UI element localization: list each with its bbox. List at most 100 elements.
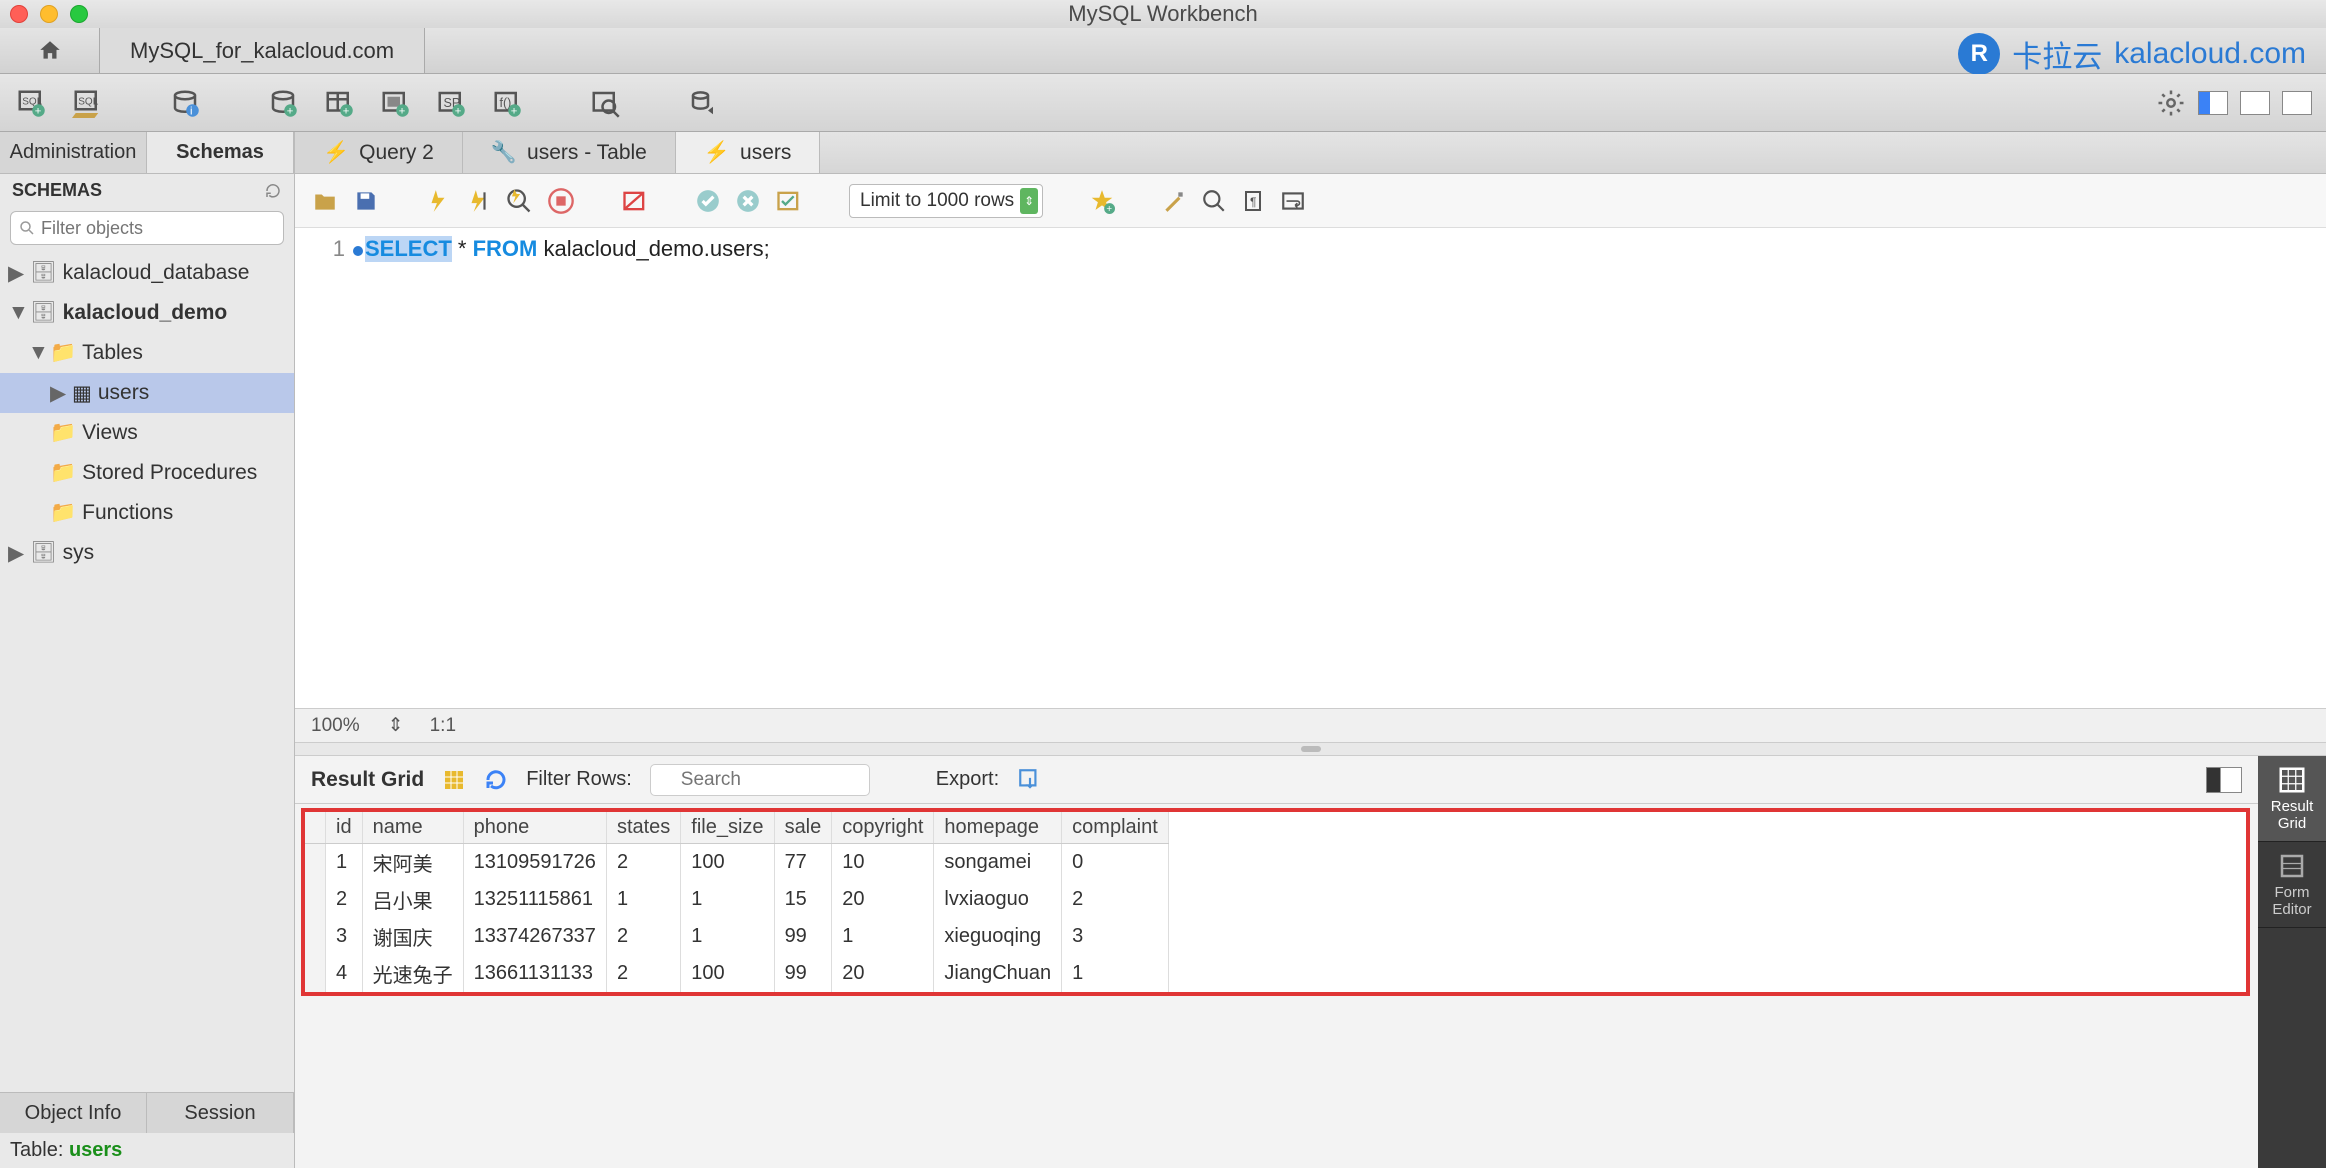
toggle-sidebar-button[interactable] xyxy=(2198,91,2228,115)
column-header[interactable]: id xyxy=(326,812,363,844)
zoom-level[interactable]: 100% xyxy=(311,715,360,737)
beautify-icon[interactable] xyxy=(1161,188,1187,214)
cell[interactable]: 1 xyxy=(606,881,680,918)
refresh-icon[interactable] xyxy=(264,182,282,200)
new-procedure-icon[interactable]: SP+ xyxy=(434,86,468,120)
open-file-icon[interactable] xyxy=(311,188,339,214)
cell[interactable]: 宋阿美 xyxy=(362,844,463,882)
horizontal-splitter[interactable] xyxy=(295,742,2326,756)
editor-tab-users[interactable]: ⚡users xyxy=(676,132,821,173)
column-header[interactable]: phone xyxy=(463,812,606,844)
execute-icon[interactable] xyxy=(425,186,451,216)
tree-database[interactable]: ▶🗄kalacloud_database xyxy=(0,253,294,293)
cell[interactable]: 10 xyxy=(832,844,934,882)
row-marker[interactable] xyxy=(305,844,326,882)
table-row[interactable]: 2吕小果13251115861111520lvxiaoguo2 xyxy=(305,881,1168,918)
invisible-chars-icon[interactable]: ¶ xyxy=(1241,187,1265,215)
refresh-result-icon[interactable] xyxy=(484,768,508,792)
cell[interactable]: 1 xyxy=(681,918,774,955)
cell[interactable]: 99 xyxy=(774,918,832,955)
cell[interactable]: 13661131133 xyxy=(463,955,606,992)
cell[interactable]: 2 xyxy=(606,955,680,992)
cell[interactable]: 99 xyxy=(774,955,832,992)
maximize-window-button[interactable] xyxy=(70,5,88,23)
cell[interactable]: 100 xyxy=(681,955,774,992)
tree-database[interactable]: ▼🗄kalacloud_demo xyxy=(0,293,294,333)
sidebar-tab-object-info[interactable]: Object Info xyxy=(0,1093,147,1133)
cell[interactable]: 1 xyxy=(326,844,363,882)
tree-stored-procedures[interactable]: 📁Stored Procedures xyxy=(0,453,294,493)
table-row[interactable]: 4光速兔子1366113113321009920JiangChuan1 xyxy=(305,955,1168,992)
wrap-icon[interactable] xyxy=(1279,188,1307,214)
export-icon[interactable] xyxy=(1017,767,1043,793)
favorite-icon[interactable]: + xyxy=(1089,188,1115,214)
cell[interactable]: 2 xyxy=(326,881,363,918)
cell[interactable]: 光速兔子 xyxy=(362,955,463,992)
server-status-icon[interactable]: i xyxy=(168,86,202,120)
home-tab[interactable] xyxy=(0,28,100,73)
reconnect-icon[interactable] xyxy=(686,86,720,120)
result-layout-toggle[interactable] xyxy=(2206,767,2242,793)
zoom-stepper-icon[interactable]: ⇕ xyxy=(388,714,402,737)
cell[interactable]: 15 xyxy=(774,881,832,918)
no-limit-icon[interactable] xyxy=(621,187,649,215)
editor-tab-query2[interactable]: ⚡Query 2 xyxy=(295,132,463,173)
new-table-icon[interactable]: + xyxy=(322,86,356,120)
column-header[interactable]: name xyxy=(362,812,463,844)
grid-icon[interactable] xyxy=(442,768,466,792)
filter-rows-input[interactable] xyxy=(650,764,870,796)
search-table-icon[interactable] xyxy=(588,86,622,120)
cell[interactable]: 2 xyxy=(606,918,680,955)
cell[interactable]: 20 xyxy=(832,955,934,992)
cell[interactable]: 吕小果 xyxy=(362,881,463,918)
cell[interactable]: 3 xyxy=(326,918,363,955)
cell[interactable]: 20 xyxy=(832,881,934,918)
row-marker[interactable] xyxy=(305,918,326,955)
table-row[interactable]: 1宋阿美1310959172621007710songamei0 xyxy=(305,844,1168,882)
column-header[interactable]: copyright xyxy=(832,812,934,844)
editor-tab-users-table[interactable]: 🔧users - Table xyxy=(463,132,676,173)
row-marker[interactable] xyxy=(305,881,326,918)
schema-filter-input[interactable] xyxy=(10,211,284,245)
tree-functions[interactable]: 📁Functions xyxy=(0,493,294,533)
cell[interactable]: 1 xyxy=(681,881,774,918)
column-header[interactable]: file_size xyxy=(681,812,774,844)
open-sql-file-icon[interactable]: SQL xyxy=(70,86,104,120)
cell[interactable]: 77 xyxy=(774,844,832,882)
sidebar-tab-schemas[interactable]: Schemas xyxy=(147,132,294,173)
tree-tables[interactable]: ▼📁Tables xyxy=(0,333,294,373)
settings-icon[interactable] xyxy=(2156,88,2186,118)
cell[interactable]: 2 xyxy=(1062,881,1169,918)
table-row[interactable]: 3谢国庆1337426733721991xieguoqing3 xyxy=(305,918,1168,955)
cell[interactable]: 1 xyxy=(832,918,934,955)
find-icon[interactable] xyxy=(1201,188,1227,214)
cell[interactable]: 2 xyxy=(606,844,680,882)
cell[interactable]: 1 xyxy=(1062,955,1169,992)
column-header[interactable]: states xyxy=(606,812,680,844)
tree-database-sys[interactable]: ▶🗄sys xyxy=(0,533,294,573)
minimize-window-button[interactable] xyxy=(40,5,58,23)
rollback-icon[interactable] xyxy=(735,188,761,214)
cell[interactable]: 13251115861 xyxy=(463,881,606,918)
close-window-button[interactable] xyxy=(10,5,28,23)
cell[interactable]: 13374267337 xyxy=(463,918,606,955)
new-schema-icon[interactable]: + xyxy=(266,86,300,120)
execute-current-icon[interactable] xyxy=(465,186,491,216)
cell[interactable]: 3 xyxy=(1062,918,1169,955)
cell[interactable]: JiangChuan xyxy=(934,955,1062,992)
sql-editor[interactable]: 1 SELECT * FROM kalacloud_demo.users; xyxy=(295,228,2326,708)
result-grid[interactable]: idnamephonestatesfile_sizesalecopyrighth… xyxy=(305,812,1169,992)
new-view-icon[interactable]: + xyxy=(378,86,412,120)
row-marker[interactable] xyxy=(305,955,326,992)
sidebar-tab-administration[interactable]: Administration xyxy=(0,132,147,173)
result-side-form[interactable]: Form Editor xyxy=(2258,842,2326,928)
cell[interactable]: 谢国庆 xyxy=(362,918,463,955)
toggle-output-button[interactable] xyxy=(2240,91,2270,115)
cell[interactable]: 100 xyxy=(681,844,774,882)
column-header[interactable]: homepage xyxy=(934,812,1062,844)
cell[interactable]: 4 xyxy=(326,955,363,992)
tree-table-users[interactable]: ▶▦users xyxy=(0,373,294,413)
save-file-icon[interactable] xyxy=(353,188,379,214)
cell[interactable]: lvxiaoguo xyxy=(934,881,1062,918)
row-limit-select[interactable]: Limit to 1000 rows ⇕ xyxy=(849,184,1043,218)
